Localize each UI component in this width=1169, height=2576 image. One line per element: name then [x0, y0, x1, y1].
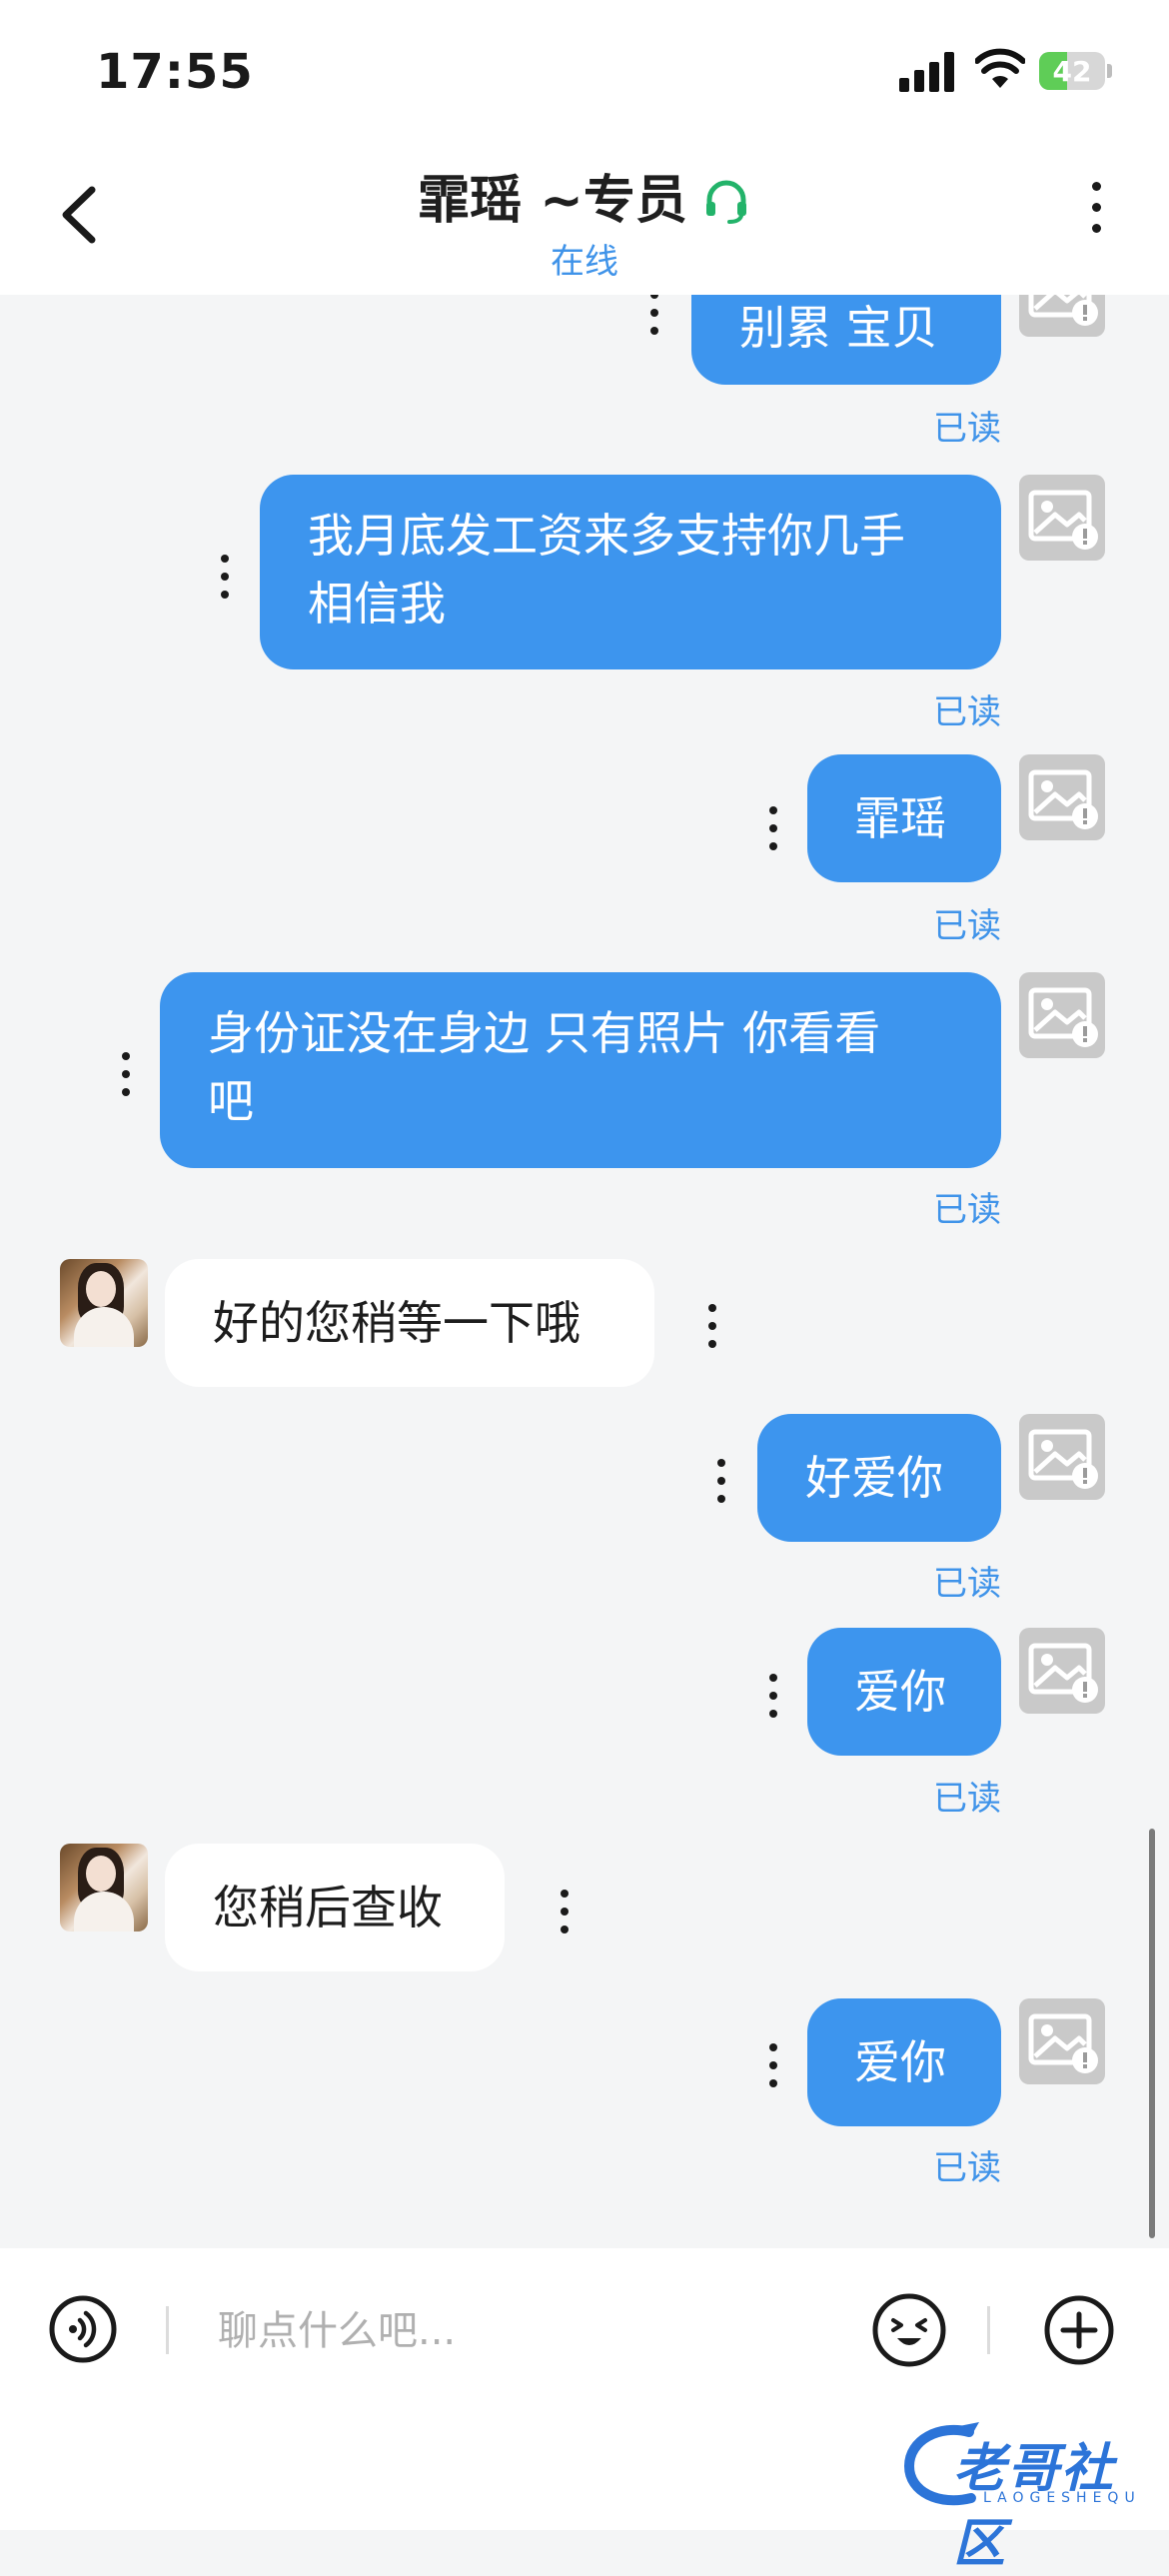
read-receipt: 已读	[933, 692, 1001, 732]
watermark-logo: 老哥社区 LAOGESHEQU	[899, 2418, 1159, 2574]
message-bubble-incoming[interactable]: 您稍后查收	[165, 1844, 505, 1971]
title-wrap: 霏瑶 ~专员	[0, 158, 1169, 233]
more-options-button[interactable]	[1081, 182, 1111, 252]
message-bubble-incoming[interactable]: 好的您稍等一下哦	[165, 1259, 654, 1387]
read-receipt: 已读	[933, 2148, 1001, 2188]
status-time: 17:55	[96, 44, 254, 100]
wifi-icon	[975, 48, 1025, 88]
message-menu-icon[interactable]	[763, 806, 783, 862]
message-menu-icon[interactable]	[702, 1304, 722, 1360]
message-text-line: 我月底发工资来多支持你几手	[308, 509, 905, 563]
message-menu-icon[interactable]	[763, 2043, 783, 2099]
message-text-line: 相信我	[308, 577, 446, 631]
message-menu-icon[interactable]	[215, 555, 235, 611]
image-placeholder-icon	[1019, 1628, 1105, 1714]
image-placeholder-icon	[1019, 972, 1105, 1058]
message-list[interactable]: 别累 宝贝 已读 我月底发工资来多支持你几手 相信我 已读 霏瑶 已读 身份证没…	[0, 295, 1169, 2248]
message-menu-icon[interactable]	[763, 1674, 783, 1730]
message-input[interactable]	[216, 2298, 839, 2364]
image-placeholder-icon	[1019, 475, 1105, 561]
message-text: 霏瑶	[854, 791, 946, 845]
scrollbar[interactable]	[1149, 1829, 1155, 2238]
battery-icon: 42	[1039, 52, 1105, 90]
message-menu-icon[interactable]	[711, 1459, 731, 1515]
message-bubble-outgoing[interactable]: 爱你	[807, 1998, 1001, 2126]
image-placeholder-icon	[1019, 754, 1105, 840]
message-text-line: 身份证没在身边 只有照片 你看看	[208, 1006, 881, 1060]
input-bar: 老哥社区 LAOGESHEQU	[0, 2248, 1169, 2574]
divider	[987, 2306, 990, 2354]
headset-icon	[705, 180, 746, 224]
cellular-signal-icon	[899, 52, 955, 92]
read-receipt: 已读	[933, 1779, 1001, 1819]
image-placeholder-icon	[1019, 1414, 1105, 1500]
message-menu-icon[interactable]	[116, 1052, 136, 1108]
message-text: 爱你	[854, 1665, 946, 1719]
divider	[166, 2306, 169, 2354]
chat-header: 霏瑶 ~专员 在线	[0, 140, 1169, 295]
message-text: 别累 宝贝	[739, 301, 938, 355]
message-bubble-outgoing[interactable]: 身份证没在身边 只有照片 你看看 吧	[160, 972, 1001, 1168]
read-receipt: 已读	[933, 1190, 1001, 1230]
message-menu-icon[interactable]	[555, 1890, 575, 1945]
read-receipt: 已读	[933, 906, 1001, 946]
battery-level: 42	[1052, 55, 1092, 88]
message-bubble-outgoing[interactable]: 别累 宝贝	[691, 295, 1001, 385]
message-text: 好爱你	[805, 1451, 943, 1505]
message-bubble-outgoing[interactable]: 好爱你	[757, 1414, 1001, 1542]
read-receipt: 已读	[933, 1564, 1001, 1604]
status-bar: 17:55 42	[0, 0, 1169, 140]
message-text: 爱你	[854, 2035, 946, 2089]
image-placeholder-icon	[1019, 1998, 1105, 2084]
battery-tip	[1107, 64, 1112, 78]
message-text: 您稍后查收	[213, 1881, 443, 1934]
message-text: 好的您稍等一下哦	[213, 1296, 581, 1350]
contact-avatar[interactable]	[60, 1259, 148, 1347]
emoji-icon[interactable]	[871, 2292, 947, 2368]
watermark-subtext: LAOGESHEQU	[983, 2490, 1141, 2506]
message-bubble-outgoing[interactable]: 霏瑶	[807, 754, 1001, 882]
add-attachment-icon[interactable]	[1043, 2294, 1115, 2366]
voice-input-icon[interactable]	[48, 2294, 118, 2364]
contact-avatar[interactable]	[60, 1844, 148, 1932]
message-menu-icon[interactable]	[644, 295, 664, 347]
message-bubble-outgoing[interactable]: 爱你	[807, 1628, 1001, 1756]
message-text-line: 吧	[208, 1074, 254, 1128]
read-receipt: 已读	[933, 409, 1001, 449]
contact-name: 霏瑶 ~专员	[418, 171, 687, 231]
message-bubble-outgoing[interactable]: 我月底发工资来多支持你几手 相信我	[260, 475, 1001, 669]
online-status: 在线	[551, 242, 618, 282]
user-avatar-placeholder-icon	[1019, 295, 1105, 337]
